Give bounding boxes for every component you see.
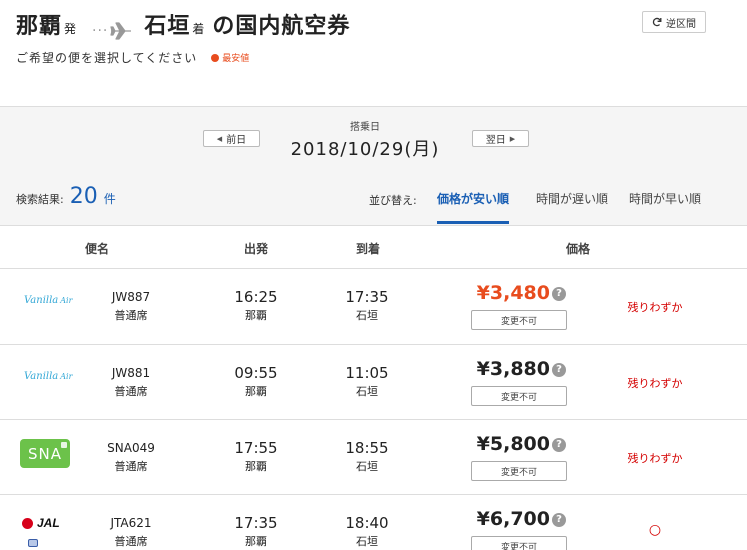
jal-logo: JAL <box>22 516 60 530</box>
result-count-label: 検索結果: <box>16 193 64 206</box>
cheapest-dot-icon <box>211 53 220 62</box>
seat-availability: 残りわずか <box>627 377 683 390</box>
next-day-label: 翌日 <box>485 135 506 146</box>
origin-city: 那覇 <box>16 14 63 39</box>
fare-price[interactable]: ¥6,700 <box>470 508 550 530</box>
fare-price[interactable]: ¥3,880 <box>470 358 550 380</box>
column-header-flight: 便名 <box>85 242 110 256</box>
help-question-icon[interactable]: ? <box>552 363 566 377</box>
fare-rule-badge[interactable]: 変更不可 <box>471 536 567 550</box>
fare-price[interactable]: ¥3,480 <box>470 282 550 304</box>
flight-number: JW887 <box>111 290 151 304</box>
flight-number: JTA621 <box>110 516 152 530</box>
vanilla-air-logo: Vanilla Air <box>24 295 73 306</box>
title-tail: の国内航空券 <box>212 14 351 39</box>
flight-row[interactable]: SNA SNA049 普通席 17:55 那覇 18:55 石垣 ¥5,800 … <box>0 420 747 495</box>
result-count-number: 20 <box>69 184 98 209</box>
help-question-icon[interactable]: ? <box>552 287 566 301</box>
seat-class: 普通席 <box>114 535 148 548</box>
prev-day-label: 前日 <box>226 135 247 146</box>
departure-city: 那覇 <box>245 460 267 473</box>
instruction-label: ご希望の便を選択してください <box>16 51 198 65</box>
date-selector: 搭乗日 2018/10/29(月) ◀ 前日 翌日 ▶ <box>0 106 747 174</box>
column-header-departure: 出発 <box>244 242 269 256</box>
swap-route-label: 逆区間 <box>666 18 696 30</box>
help-question-icon[interactable]: ? <box>552 513 566 527</box>
arrival-city: 石垣 <box>356 309 378 322</box>
departure-time: 17:55 <box>234 439 278 457</box>
seat-class: 普通席 <box>114 309 148 322</box>
sort-bar: 検索結果: 20 件 並び替え: 価格が安い順 時間が遅い順 時間が早い順 <box>0 174 747 226</box>
arrival-time: 17:35 <box>345 288 389 306</box>
fare-rule-badge[interactable]: 変更不可 <box>471 310 567 330</box>
cheapest-legend-label: 最安値 <box>222 54 250 64</box>
column-header-arrival: 到着 <box>356 242 381 256</box>
departure-time: 17:35 <box>234 514 278 532</box>
triangle-right-icon: ▶ <box>509 134 516 143</box>
arrival-city: 石垣 <box>356 385 378 398</box>
seat-class: 普通席 <box>114 460 148 473</box>
departure-time: 16:25 <box>234 288 278 306</box>
sort-time-late-tab[interactable]: 時間が遅い順 <box>536 190 608 224</box>
jal-crane-icon <box>22 517 33 529</box>
departure-city: 那覇 <box>245 535 267 548</box>
departure-time: 09:55 <box>234 364 278 382</box>
origin-suffix: 発 <box>64 22 77 36</box>
flight-row[interactable]: JAL JTA621 普通席 17:35 那覇 18:40 石垣 ¥6,700 … <box>0 495 747 550</box>
instruction-text: ご希望の便を選択してください 最安値 <box>16 49 249 66</box>
departure-city: 那覇 <box>245 385 267 398</box>
flight-number: JW881 <box>111 366 151 380</box>
sort-label: 並び替え: <box>369 194 417 207</box>
triangle-left-icon: ◀ <box>216 134 223 143</box>
page-header: 那覇 発 ··· 石垣 着 の国内航空券 逆区間 ご希望の便を選択してください … <box>0 0 747 106</box>
seat-availability: ○ <box>648 522 662 538</box>
arrival-city: 石垣 <box>356 460 378 473</box>
seat-availability: 残りわずか <box>627 301 683 314</box>
boarding-date-label: 搭乗日 <box>350 122 380 133</box>
page-title: 那覇 発 ··· 石垣 着 の国内航空券 <box>16 8 350 40</box>
seat-availability: 残りわずか <box>627 452 683 465</box>
vanilla-air-logo: Vanilla Air <box>24 371 73 382</box>
flight-row[interactable]: Vanilla Air JW887 普通席 16:25 那覇 17:35 石垣 ¥… <box>0 269 747 344</box>
column-header-price: 価格 <box>566 242 591 256</box>
result-count: 検索結果: 20 件 <box>16 184 116 209</box>
help-question-icon[interactable]: ? <box>552 438 566 452</box>
next-day-button[interactable]: 翌日 ▶ <box>472 130 529 147</box>
sna-logo: SNA <box>20 439 70 468</box>
arrival-time: 18:55 <box>345 439 389 457</box>
fare-price[interactable]: ¥5,800 <box>470 433 550 455</box>
refresh-icon <box>652 17 662 27</box>
flight-number: SNA049 <box>107 441 155 455</box>
flight-row[interactable]: Vanilla Air JW881 普通席 09:55 那覇 11:05 石垣 ¥… <box>0 345 747 420</box>
airplane-route-icon: ··· <box>92 22 132 40</box>
cheapest-legend: 最安値 <box>211 51 249 64</box>
boarding-date: 2018/10/29(月) <box>290 139 440 160</box>
result-count-unit: 件 <box>103 192 116 206</box>
prev-day-button[interactable]: ◀ 前日 <box>203 130 260 147</box>
destination-city: 石垣 <box>144 14 191 39</box>
departure-city: 那覇 <box>245 309 267 322</box>
arrival-time: 11:05 <box>345 364 389 382</box>
sort-time-early-tab[interactable]: 時間が早い順 <box>629 190 701 224</box>
arrival-time: 18:40 <box>345 514 389 532</box>
fare-rule-badge[interactable]: 変更不可 <box>471 386 567 406</box>
swap-route-button[interactable]: 逆区間 <box>642 11 706 33</box>
destination-suffix: 着 <box>192 22 205 36</box>
fare-rule-badge[interactable]: 変更不可 <box>471 461 567 481</box>
sort-price-asc-tab[interactable]: 価格が安い順 <box>437 190 510 224</box>
codeshare-icon <box>28 539 38 547</box>
seat-class: 普通席 <box>114 385 148 398</box>
arrival-city: 石垣 <box>356 535 378 548</box>
